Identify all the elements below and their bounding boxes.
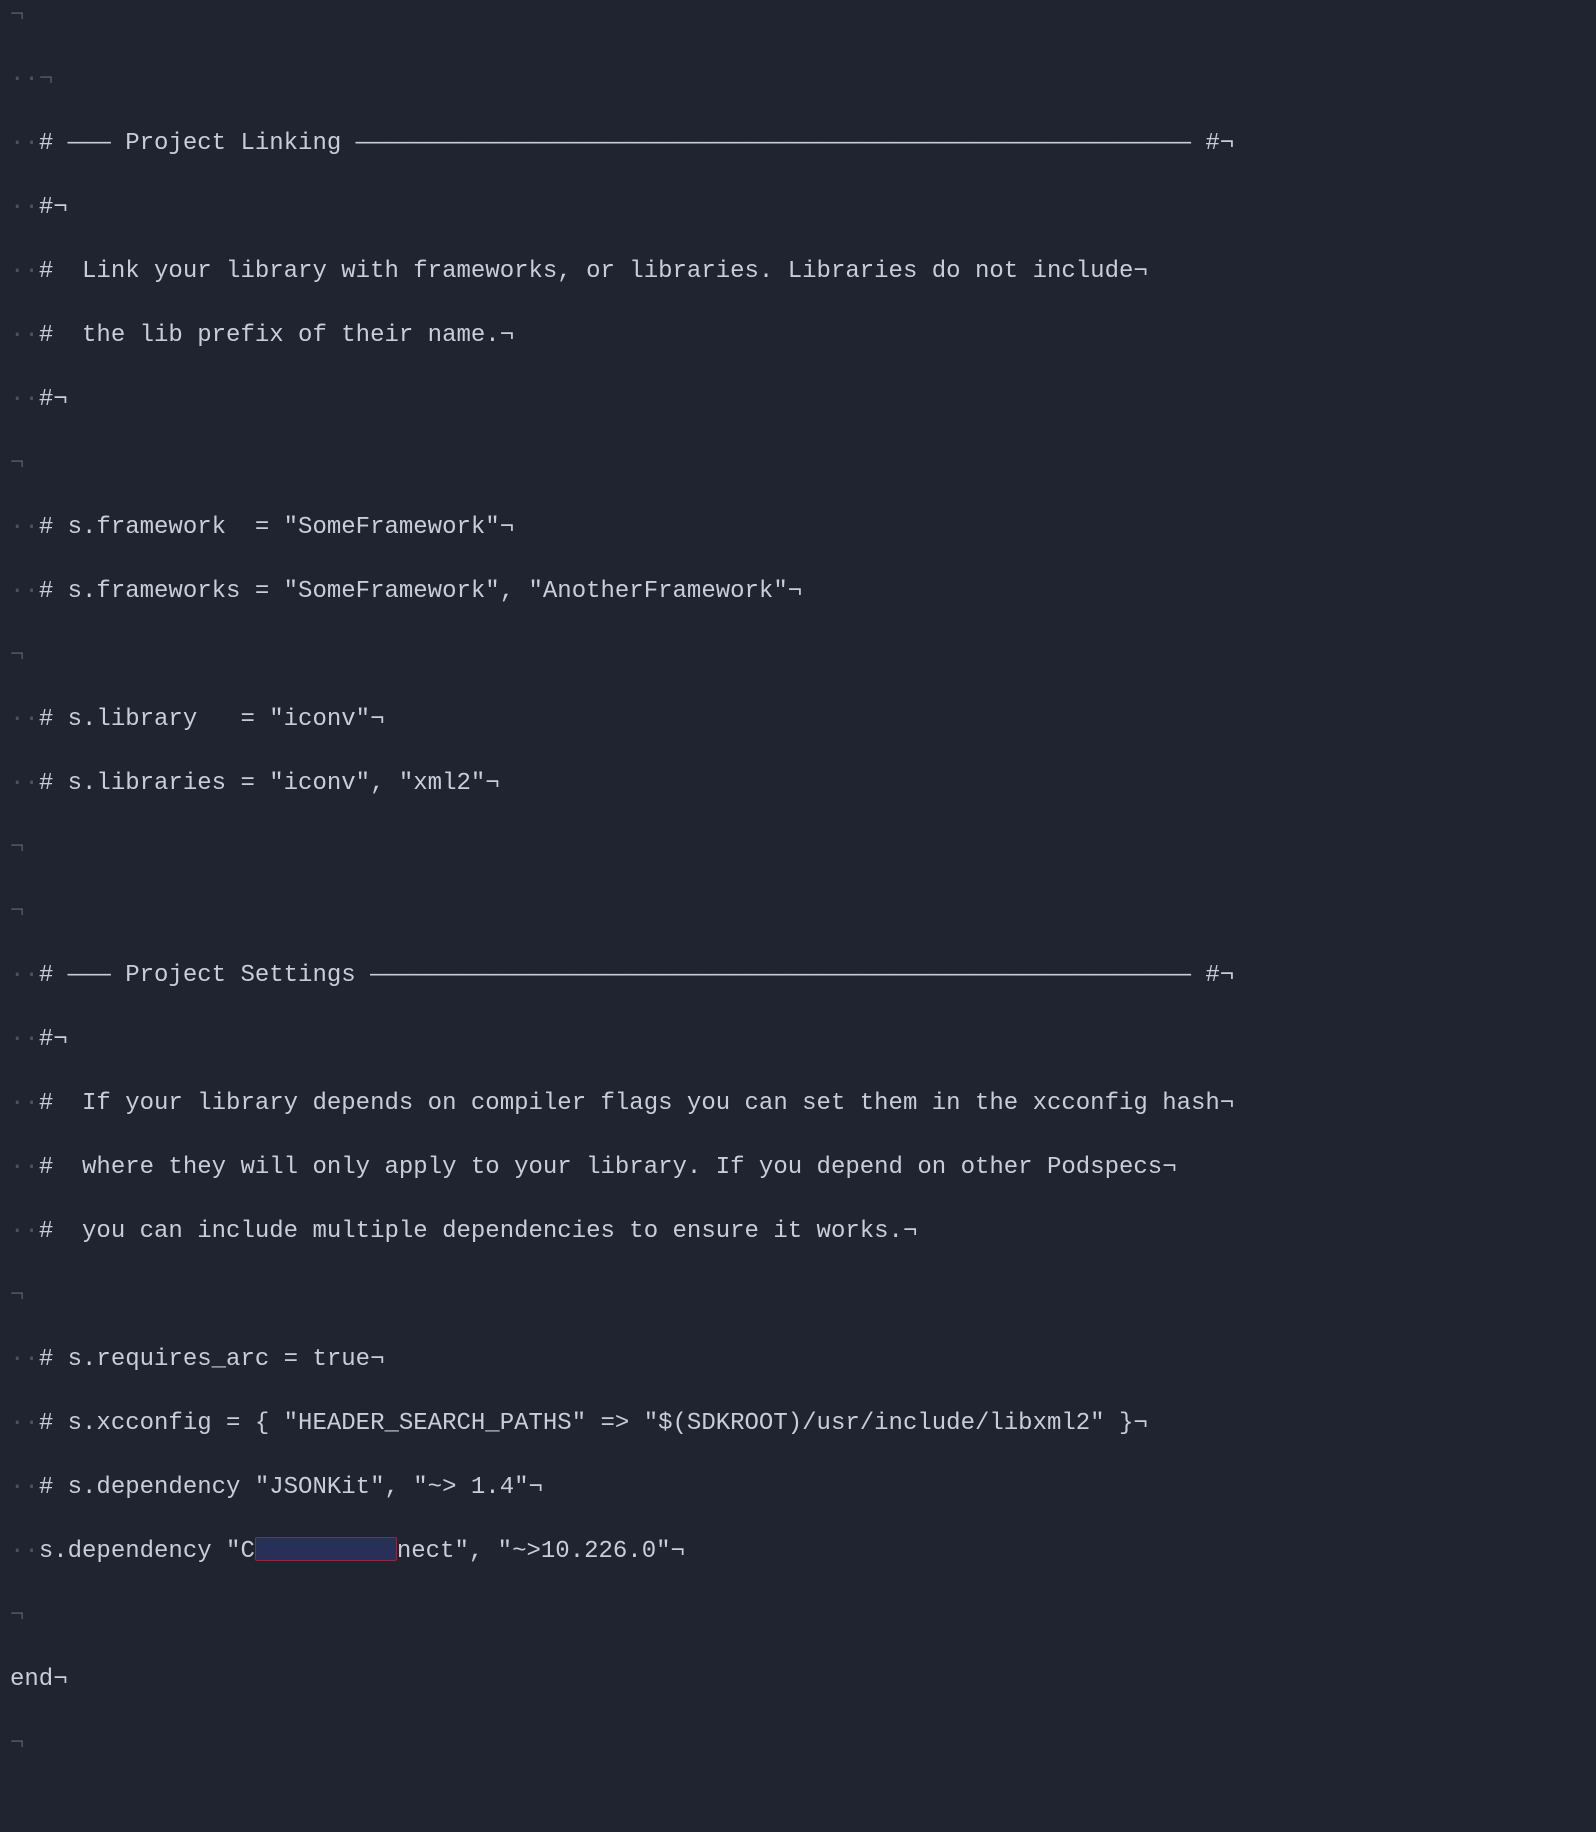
comment-text: # s.dependency "JSONKit", "~> 1.4"¬ — [39, 1474, 543, 1501]
comment-text: # ――― Project Settings ―――――――――――――――――… — [39, 962, 1234, 989]
whitespace-marker: ·· — [10, 770, 39, 797]
code-line: ··# s.library = "iconv"¬ — [0, 704, 1596, 736]
code-text: s.dependency "C — [39, 1538, 255, 1565]
comment-text: # s.framework = "SomeFramework"¬ — [39, 514, 514, 541]
comment-text: # ――― Project Linking ――――――――――――――――――… — [39, 130, 1234, 157]
code-line: ··#¬ — [0, 384, 1596, 416]
comment-text: #¬ — [39, 1026, 68, 1053]
whitespace-marker: ·· — [10, 1538, 39, 1565]
eol-marker: ¬ — [39, 66, 53, 93]
comment-text: # If your library depends on compiler fl… — [39, 1090, 1234, 1117]
code-line: ··# If your library depends on compiler … — [0, 1088, 1596, 1120]
code-text: nect", "~>10.226.0"¬ — [397, 1538, 685, 1565]
code-line: ··# s.xcconfig = { "HEADER_SEARCH_PATHS"… — [0, 1408, 1596, 1440]
whitespace-marker: ·· — [10, 1090, 39, 1117]
code-line: ··# s.framework = "SomeFramework"¬ — [0, 512, 1596, 544]
code-line: ··# ――― Project Linking ――――――――――――――――… — [0, 128, 1596, 160]
whitespace-marker: ·· — [10, 962, 39, 989]
whitespace-marker: ·· — [10, 194, 39, 221]
redacted-region — [255, 1537, 397, 1561]
whitespace-marker: ·· — [10, 386, 39, 413]
eol-marker: ¬ — [10, 1282, 24, 1309]
code-line: ¬ — [0, 1728, 1596, 1760]
eol-marker: ¬ — [10, 642, 24, 669]
code-line: ··# ――― Project Settings ―――――――――――――――… — [0, 960, 1596, 992]
whitespace-marker: ·· — [10, 1410, 39, 1437]
whitespace-marker: ·· — [10, 578, 39, 605]
code-line: ¬ — [0, 1600, 1596, 1632]
comment-text: # the lib prefix of their name.¬ — [39, 322, 514, 349]
code-line: ¬ — [0, 896, 1596, 928]
code-line: ··s.dependency "C nect", "~>10.226.0"¬ — [0, 1536, 1596, 1568]
comment-text: # s.xcconfig = { "HEADER_SEARCH_PATHS" =… — [39, 1410, 1148, 1437]
whitespace-marker: ·· — [10, 258, 39, 285]
whitespace-marker: ·· — [10, 66, 39, 93]
comment-text: #¬ — [39, 194, 68, 221]
eol-marker: ¬ — [10, 450, 24, 477]
comment-text: # s.library = "iconv"¬ — [39, 706, 385, 733]
code-line: ··#¬ — [0, 1024, 1596, 1056]
whitespace-marker: ·· — [10, 706, 39, 733]
code-line: ··# where they will only apply to your l… — [0, 1152, 1596, 1184]
eol-marker: ¬ — [10, 898, 24, 925]
eol-marker: ¬ — [10, 1730, 24, 1757]
comment-text: # Link your library with frameworks, or … — [39, 258, 1148, 285]
code-line: ··# s.frameworks = "SomeFramework", "Ano… — [0, 576, 1596, 608]
whitespace-marker: ·· — [10, 1026, 39, 1053]
code-line: ··# the lib prefix of their name.¬ — [0, 320, 1596, 352]
comment-text: # s.requires_arc = true¬ — [39, 1346, 385, 1373]
comment-text: #¬ — [39, 386, 68, 413]
code-line: ··#¬ — [0, 192, 1596, 224]
code-line: ··# s.libraries = "iconv", "xml2"¬ — [0, 768, 1596, 800]
code-line: ¬ — [0, 448, 1596, 480]
code-line: ··# s.requires_arc = true¬ — [0, 1344, 1596, 1376]
code-line: ¬ — [0, 0, 1596, 32]
eol-marker: ¬ — [10, 834, 24, 861]
code-line: ··# Link your library with frameworks, o… — [0, 256, 1596, 288]
code-line: ¬ — [0, 640, 1596, 672]
whitespace-marker: ·· — [10, 322, 39, 349]
comment-text: # s.frameworks = "SomeFramework", "Anoth… — [39, 578, 802, 605]
code-line: ··# s.dependency "JSONKit", "~> 1.4"¬ — [0, 1472, 1596, 1504]
whitespace-marker: ·· — [10, 1218, 39, 1245]
comment-text: # where they will only apply to your lib… — [39, 1154, 1177, 1181]
code-editor[interactable]: ¬ ··¬ ··# ――― Project Linking ――――――――――… — [0, 0, 1596, 1832]
code-line: ··# you can include multiple dependencie… — [0, 1216, 1596, 1248]
whitespace-marker: ·· — [10, 1474, 39, 1501]
whitespace-marker: ·· — [10, 130, 39, 157]
code-line: ¬ — [0, 832, 1596, 864]
whitespace-marker: ·· — [10, 1346, 39, 1373]
eol-marker: ¬ — [10, 1602, 24, 1629]
keyword-text: end¬ — [10, 1666, 68, 1693]
code-line: end¬ — [0, 1664, 1596, 1696]
whitespace-marker: ·· — [10, 514, 39, 541]
eol-marker: ¬ — [10, 2, 24, 29]
code-line: ¬ — [0, 1280, 1596, 1312]
comment-text: # you can include multiple dependencies … — [39, 1218, 918, 1245]
comment-text: # s.libraries = "iconv", "xml2"¬ — [39, 770, 500, 797]
whitespace-marker: ·· — [10, 1154, 39, 1181]
code-line: ··¬ — [0, 64, 1596, 96]
